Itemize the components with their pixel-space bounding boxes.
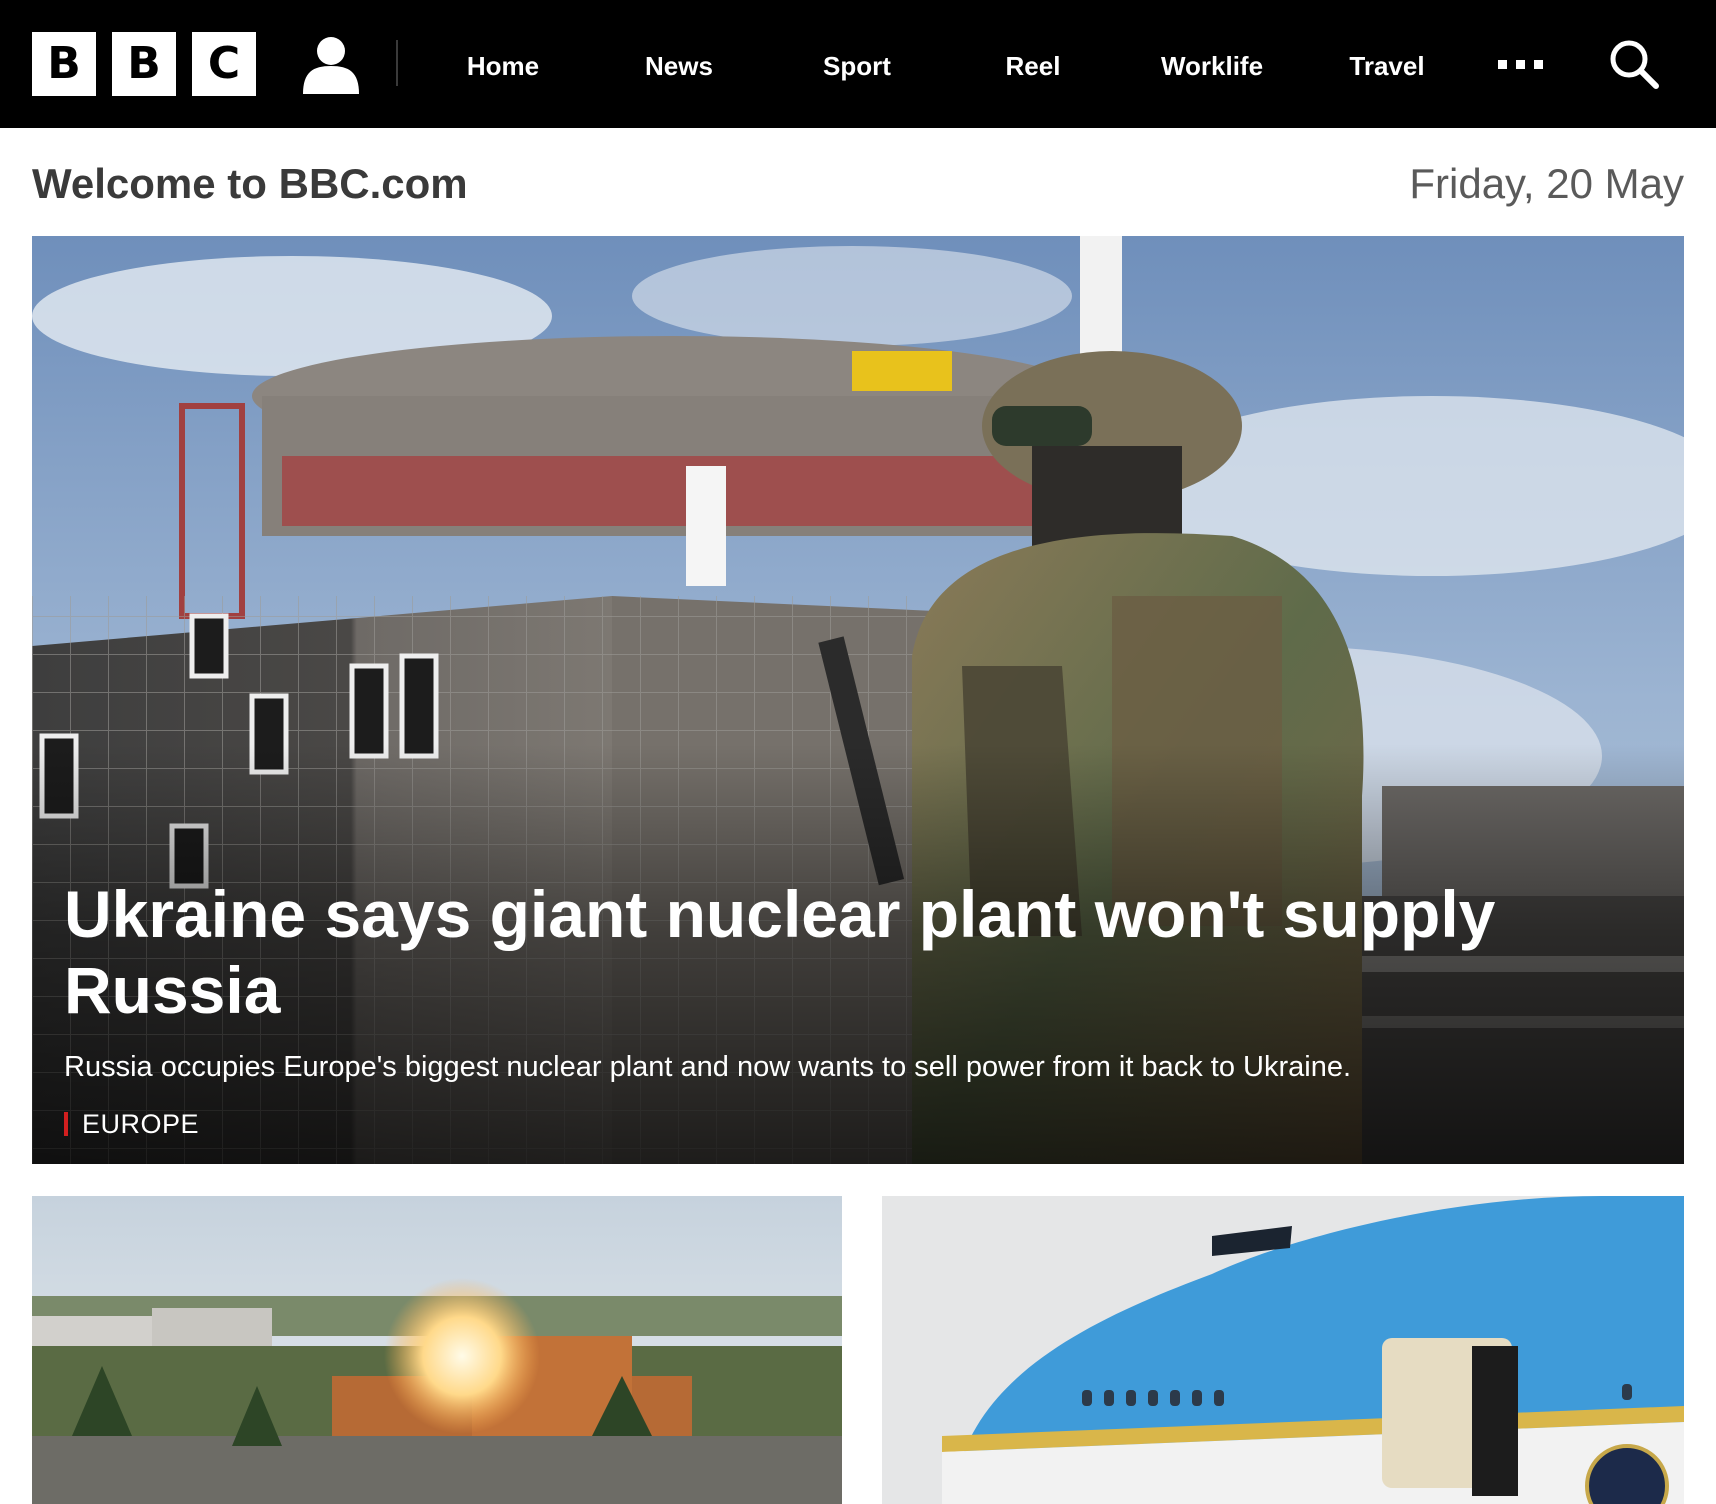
nav-divider — [396, 40, 398, 86]
logo-letter: B — [32, 32, 96, 96]
tag-label: EUROPE — [82, 1108, 200, 1139]
story-card[interactable] — [32, 1196, 842, 1504]
hero-story[interactable]: Ukraine says giant nuclear plant won't s… — [32, 236, 1684, 1164]
nav-link-travel[interactable]: Travel — [1332, 48, 1442, 84]
current-date: Friday, 20 May — [1409, 160, 1684, 207]
hero-summary: Russia occupies Europe's biggest nuclear… — [64, 1051, 1352, 1083]
nav-link-reel[interactable]: Reel — [978, 48, 1088, 84]
user-icon[interactable] — [299, 34, 363, 94]
search-icon[interactable] — [1608, 38, 1660, 90]
logo-letter: C — [192, 32, 256, 96]
hero-section-tag[interactable]: EUROPE — [64, 1108, 199, 1140]
nav-link-worklife[interactable]: Worklife — [1144, 48, 1280, 84]
air-force-one-plane-image — [882, 1196, 1684, 1504]
story-card[interactable] — [882, 1196, 1684, 1504]
logo-letter: B — [112, 32, 176, 96]
explosion-over-city-image — [32, 1196, 842, 1504]
nav-link-home[interactable]: Home — [448, 48, 558, 84]
nav-link-sport[interactable]: Sport — [802, 48, 912, 84]
more-dots-icon[interactable] — [1496, 50, 1548, 74]
welcome-heading: Welcome to BBC.com — [32, 160, 468, 207]
top-navigation: B B C Home News Sport Reel Worklife Trav… — [0, 0, 1716, 128]
hero-headline[interactable]: Ukraine says giant nuclear plant won't s… — [64, 876, 1514, 1028]
tag-marker — [64, 1112, 68, 1136]
bbc-logo[interactable]: B B C — [32, 32, 256, 96]
nav-link-news[interactable]: News — [624, 48, 734, 84]
